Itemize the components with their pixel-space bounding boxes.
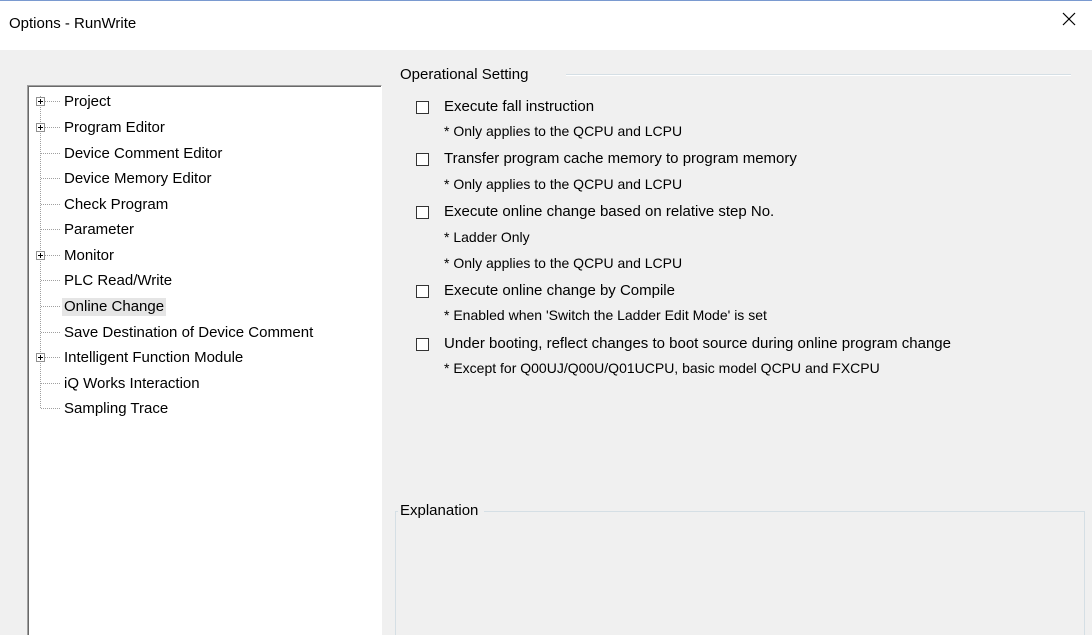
option-label[interactable]: Execute fall instruction [444,98,594,115]
option-label[interactable]: Execute online change by Compile [444,282,675,299]
operational-group-border [566,74,1071,76]
tree-item-label: iQ Works Interaction [64,375,200,392]
tree-item-monitor[interactable]: Monitor [28,244,378,270]
tree-item-label: Device Comment Editor [64,145,223,162]
option-label[interactable]: Transfer program cache memory to program… [444,150,797,167]
option-label[interactable]: Under booting, reflect changes to boot s… [444,335,951,352]
options-dialog: Options - RunWrite Project Program Edito… [0,0,1092,635]
tree-item-parameter[interactable]: Parameter [28,218,378,244]
boot-source-checkbox[interactable] [416,338,429,351]
tree-branch [45,101,60,102]
execute-fall-instruction-checkbox[interactable] [416,101,429,114]
online-change-compile-checkbox[interactable] [416,285,429,298]
close-button[interactable] [1046,1,1092,37]
explanation-title: Explanation [398,502,485,519]
expand-icon[interactable] [36,251,45,260]
option-label[interactable]: Execute online change based on relative … [444,203,774,220]
tree-item-label: PLC Read/Write [64,272,173,289]
option-note: * Only applies to the QCPU and LCPU [444,123,683,139]
tree-item-check-program[interactable]: Check Program [28,193,378,219]
option-note: * Enabled when 'Switch the Ladder Edit M… [444,307,767,323]
tree-item-label: Project [64,93,111,110]
tree-item-program-editor[interactable]: Program Editor [28,116,378,142]
expand-icon[interactable] [36,353,45,362]
options-tree[interactable]: Project Program Editor Device Comment Ed… [27,85,382,635]
tree-item-device-memory-editor[interactable]: Device Memory Editor [28,167,378,193]
transfer-program-cache-checkbox[interactable] [416,153,429,166]
tree-item-intelligent-function-module[interactable]: Intelligent Function Module [28,346,378,372]
tree-item-label: Sampling Trace [64,400,169,417]
operational-setting-title: Operational Setting [400,66,535,83]
option-note: * Only applies to the QCPU and LCPU [444,255,683,271]
tree-branch [41,178,60,179]
relative-step-checkbox[interactable] [416,206,429,219]
tree-branch [45,357,60,358]
tree-branch [45,255,60,256]
tree-item-save-destination-of-device-comment[interactable]: Save Destination of Device Comment [28,321,378,347]
tree-branch [41,280,60,281]
tree-branch [41,383,60,384]
tree-branch [41,332,60,333]
tree-item-label: Monitor [64,247,115,264]
tree-item-project[interactable]: Project [28,90,378,116]
option-note: * Only applies to the QCPU and LCPU [444,176,683,192]
tree-item-label: Online Change [62,298,167,316]
option-note: * Except for Q00UJ/Q00U/Q01UCPU, basic m… [444,360,880,376]
explanation-box [395,511,1085,635]
expand-icon[interactable] [36,97,45,106]
tree-item-label: Check Program [64,196,169,213]
tree-item-iq-works-interaction[interactable]: iQ Works Interaction [28,372,378,398]
expand-icon[interactable] [36,123,45,132]
tree-branch [41,229,60,230]
tree-item-label: Device Memory Editor [64,170,212,187]
tree-branch [45,127,60,128]
tree-branch [41,306,60,307]
tree-item-online-change[interactable]: Online Change [28,295,378,321]
tree-item-device-comment-editor[interactable]: Device Comment Editor [28,142,378,168]
tree-item-label: Parameter [64,221,135,238]
tree-item-label: Save Destination of Device Comment [64,324,314,341]
title-bar: Options - RunWrite [0,0,1092,50]
window-title: Options - RunWrite [9,15,137,32]
tree-branch [41,153,60,154]
tree-item-plc-read-write[interactable]: PLC Read/Write [28,269,378,295]
tree-branch [41,204,60,205]
tree-item-label: Program Editor [64,119,165,136]
option-note: * Ladder Only [444,229,530,245]
tree-branch [41,408,60,409]
tree-item-sampling-trace[interactable]: Sampling Trace [28,397,378,423]
tree-item-label: Intelligent Function Module [64,349,244,366]
close-icon [1062,12,1076,26]
